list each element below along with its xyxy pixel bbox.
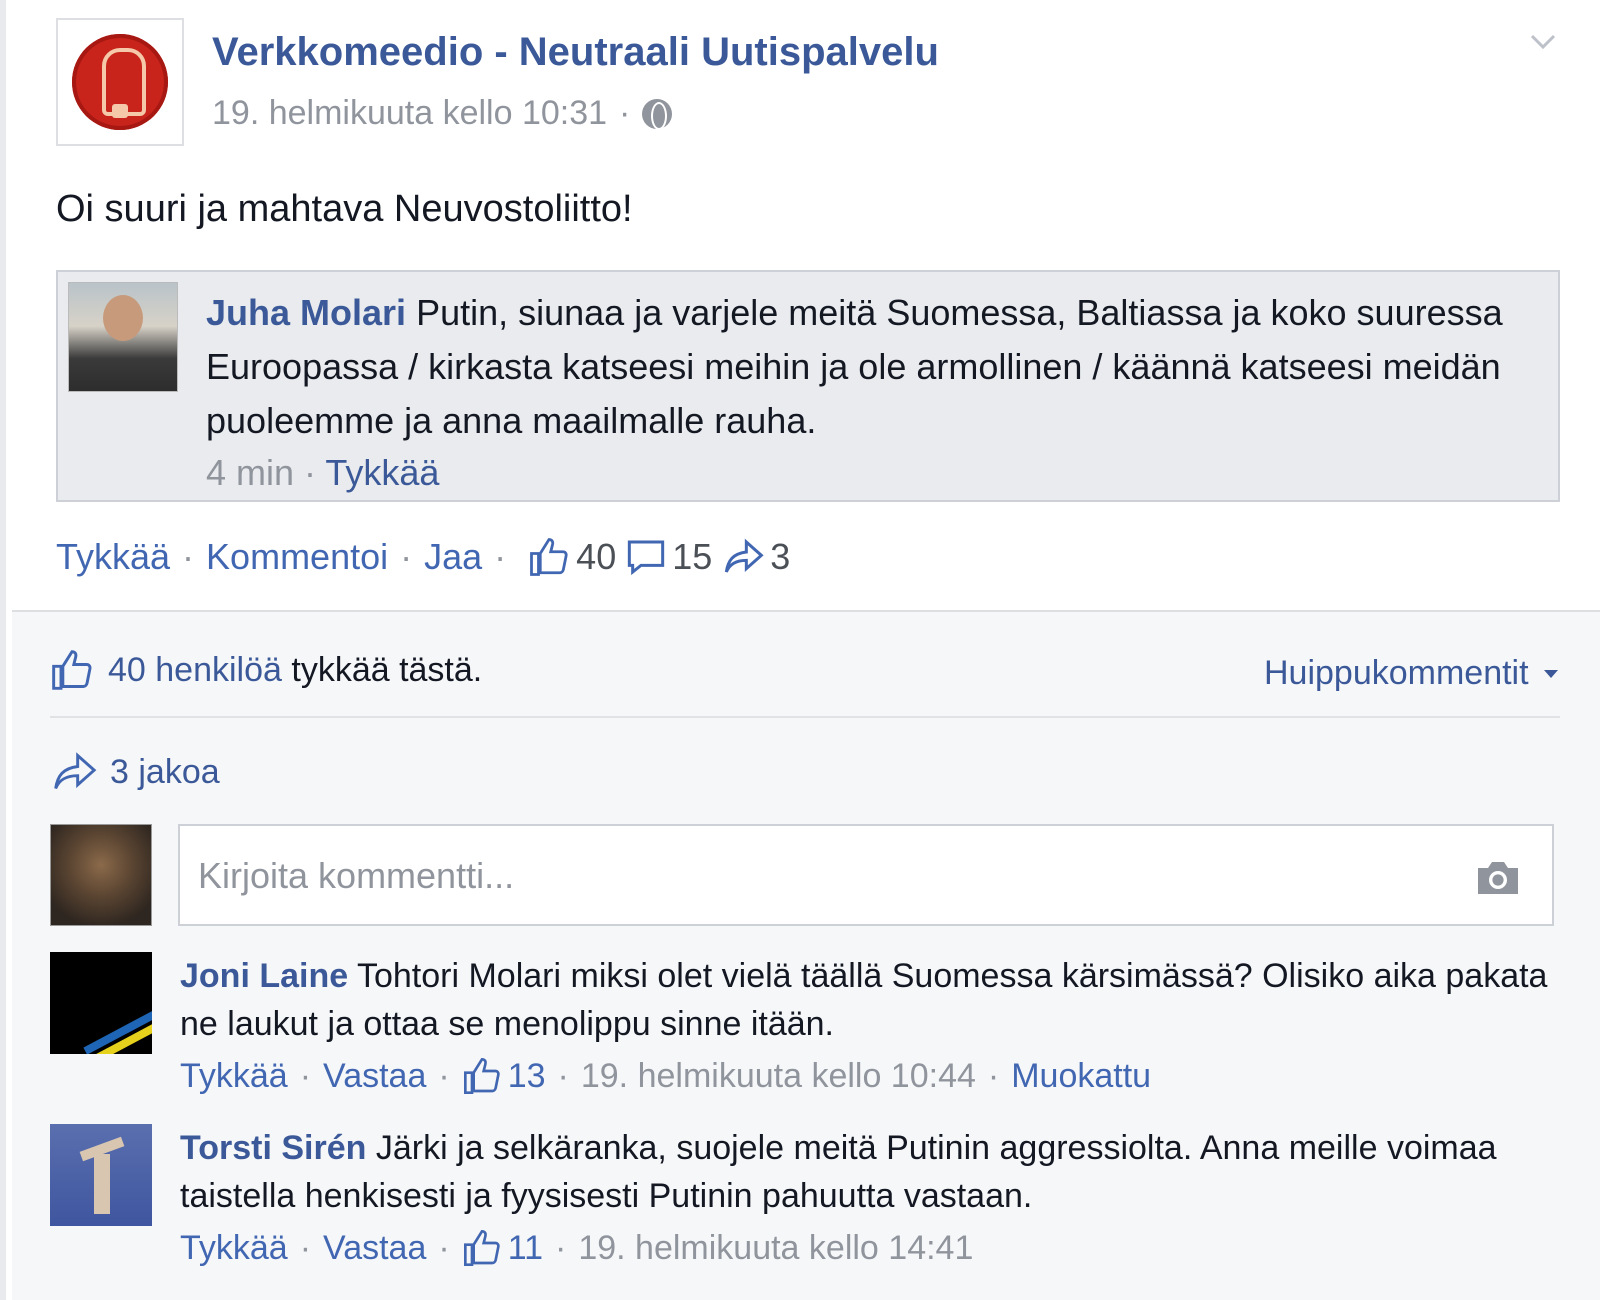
- page-avatar[interactable]: [56, 18, 184, 146]
- comment-reply-link[interactable]: Vastaa: [323, 1057, 426, 1096]
- meta-separator: ·: [299, 1228, 312, 1267]
- comment-like-count[interactable]: 13: [508, 1057, 546, 1096]
- comment-body: Joni Laine Tohtori Molari miksi olet vie…: [180, 952, 1550, 1048]
- action-separator: ·: [182, 536, 195, 577]
- commenter-avatar[interactable]: [50, 952, 152, 1054]
- action-separator: ·: [494, 536, 507, 577]
- post-meta: 19. helmikuuta kello 10:31 ·: [212, 94, 673, 133]
- commenter-avatar[interactable]: [50, 1124, 152, 1226]
- thumbs-up-icon: [52, 650, 92, 690]
- comments-section: 40 henkilöä tykkää tästä. Huippukommenti…: [12, 610, 1600, 1300]
- comment-link[interactable]: Kommentoi: [206, 536, 388, 578]
- comment-sort-dropdown[interactable]: Huippukommentit: [1264, 654, 1558, 693]
- comment-meta: Tykkää · Vastaa · 13 · 19. helmikuuta ke…: [180, 1056, 1151, 1096]
- quoted-comment-meta: 4 min · Tykkää: [206, 452, 439, 494]
- divider: [50, 716, 1560, 718]
- current-user-avatar: [50, 824, 152, 926]
- shares-text[interactable]: 3 jakoa: [110, 753, 220, 792]
- comment-like-link[interactable]: Tykkää: [180, 1229, 288, 1268]
- meta-separator: ·: [438, 1056, 450, 1095]
- quoted-author-name[interactable]: Juha Molari: [206, 292, 406, 333]
- quoted-comment[interactable]: Juha Molari Putin, siunaa ja varjele mei…: [56, 270, 1560, 502]
- comment-text: Järki ja selkäranka, suojele meitä Putin…: [180, 1129, 1497, 1215]
- comment-composer[interactable]: [178, 824, 1554, 926]
- comment-timestamp[interactable]: 19. helmikuuta kello 14:41: [578, 1229, 973, 1268]
- comment-meta: Tykkää · Vastaa · 11 · 19. helmikuuta ke…: [180, 1228, 973, 1268]
- page-logo: [72, 34, 168, 130]
- caret-down-icon: [1544, 670, 1558, 679]
- chevron-down-icon[interactable]: [1528, 26, 1558, 56]
- comment-like-count[interactable]: 11: [508, 1229, 543, 1268]
- comment-input[interactable]: [198, 846, 1458, 906]
- comment-body: Torsti Sirén Järki ja selkäranka, suojel…: [180, 1124, 1550, 1220]
- meta-separator: ·: [299, 1056, 312, 1095]
- quoted-author-avatar[interactable]: [68, 282, 178, 392]
- post-text: Oi suuri ja mahtava Neuvostoliitto!: [56, 188, 633, 230]
- commenter-name[interactable]: Torsti Sirén: [180, 1129, 366, 1167]
- comment-like-link[interactable]: Tykkää: [180, 1057, 288, 1096]
- thumbs-up-icon[interactable]: [462, 1228, 502, 1268]
- post: Verkkomeedio - Neutraali Uutispalvelu 19…: [12, 0, 1600, 620]
- post-card: Verkkomeedio - Neutraali Uutispalvelu 19…: [0, 0, 1600, 1300]
- comment-text: Tohtori Molari miksi olet vielä täällä S…: [180, 957, 1548, 1043]
- comment-timestamp[interactable]: 19. helmikuuta kello 10:44: [581, 1057, 976, 1096]
- commenter-name[interactable]: Joni Laine: [180, 957, 348, 995]
- comment-count[interactable]: 15: [672, 536, 712, 578]
- comment-item: Torsti Sirén Järki ja selkäranka, suojel…: [50, 1124, 1570, 1294]
- quoted-like-link[interactable]: Tykkää: [325, 452, 439, 493]
- likers-link[interactable]: 40 henkilöä: [108, 651, 282, 689]
- share-count[interactable]: 3: [770, 536, 790, 578]
- likes-summary: 40 henkilöä tykkää tästä.: [50, 648, 482, 692]
- edited-link[interactable]: Muokattu: [1011, 1057, 1151, 1096]
- like-link[interactable]: Tykkää: [56, 536, 170, 578]
- shares-summary[interactable]: 3 jakoa: [50, 750, 220, 794]
- comment-reply-link[interactable]: Vastaa: [323, 1229, 426, 1268]
- meta-separator: ·: [438, 1228, 450, 1267]
- camera-icon[interactable]: [1474, 858, 1522, 898]
- globe-icon[interactable]: [642, 98, 673, 130]
- thumbs-up-icon[interactable]: [528, 536, 570, 578]
- page-name-link[interactable]: Verkkomeedio - Neutraali Uutispalvelu: [212, 30, 939, 75]
- meta-separator: ·: [555, 1228, 567, 1267]
- meta-separator: ·: [557, 1056, 569, 1095]
- comment-item: Joni Laine Tohtori Molari miksi olet vie…: [50, 952, 1570, 1122]
- share-link[interactable]: Jaa: [424, 536, 482, 578]
- post-timestamp[interactable]: 19. helmikuuta kello 10:31: [212, 94, 607, 133]
- meta-separator: ·: [619, 94, 631, 132]
- meta-separator: ·: [987, 1056, 1000, 1095]
- meta-separator: ·: [304, 452, 317, 493]
- share-icon[interactable]: [722, 537, 764, 577]
- thumbs-up-icon[interactable]: [462, 1056, 502, 1096]
- quoted-comment-time: 4 min: [206, 452, 295, 493]
- comment-icon[interactable]: [626, 537, 666, 577]
- likes-suffix: tykkää tästä.: [281, 650, 483, 689]
- action-separator: ·: [400, 536, 413, 577]
- like-count[interactable]: 40: [576, 536, 616, 578]
- share-icon: [54, 752, 97, 790]
- post-actions: Tykkää · Kommentoi · Jaa · 40 15 3: [56, 536, 790, 578]
- sort-label: Huippukommentit: [1263, 654, 1529, 692]
- quoted-comment-body: Juha Molari Putin, siunaa ja varjele mei…: [206, 286, 1556, 448]
